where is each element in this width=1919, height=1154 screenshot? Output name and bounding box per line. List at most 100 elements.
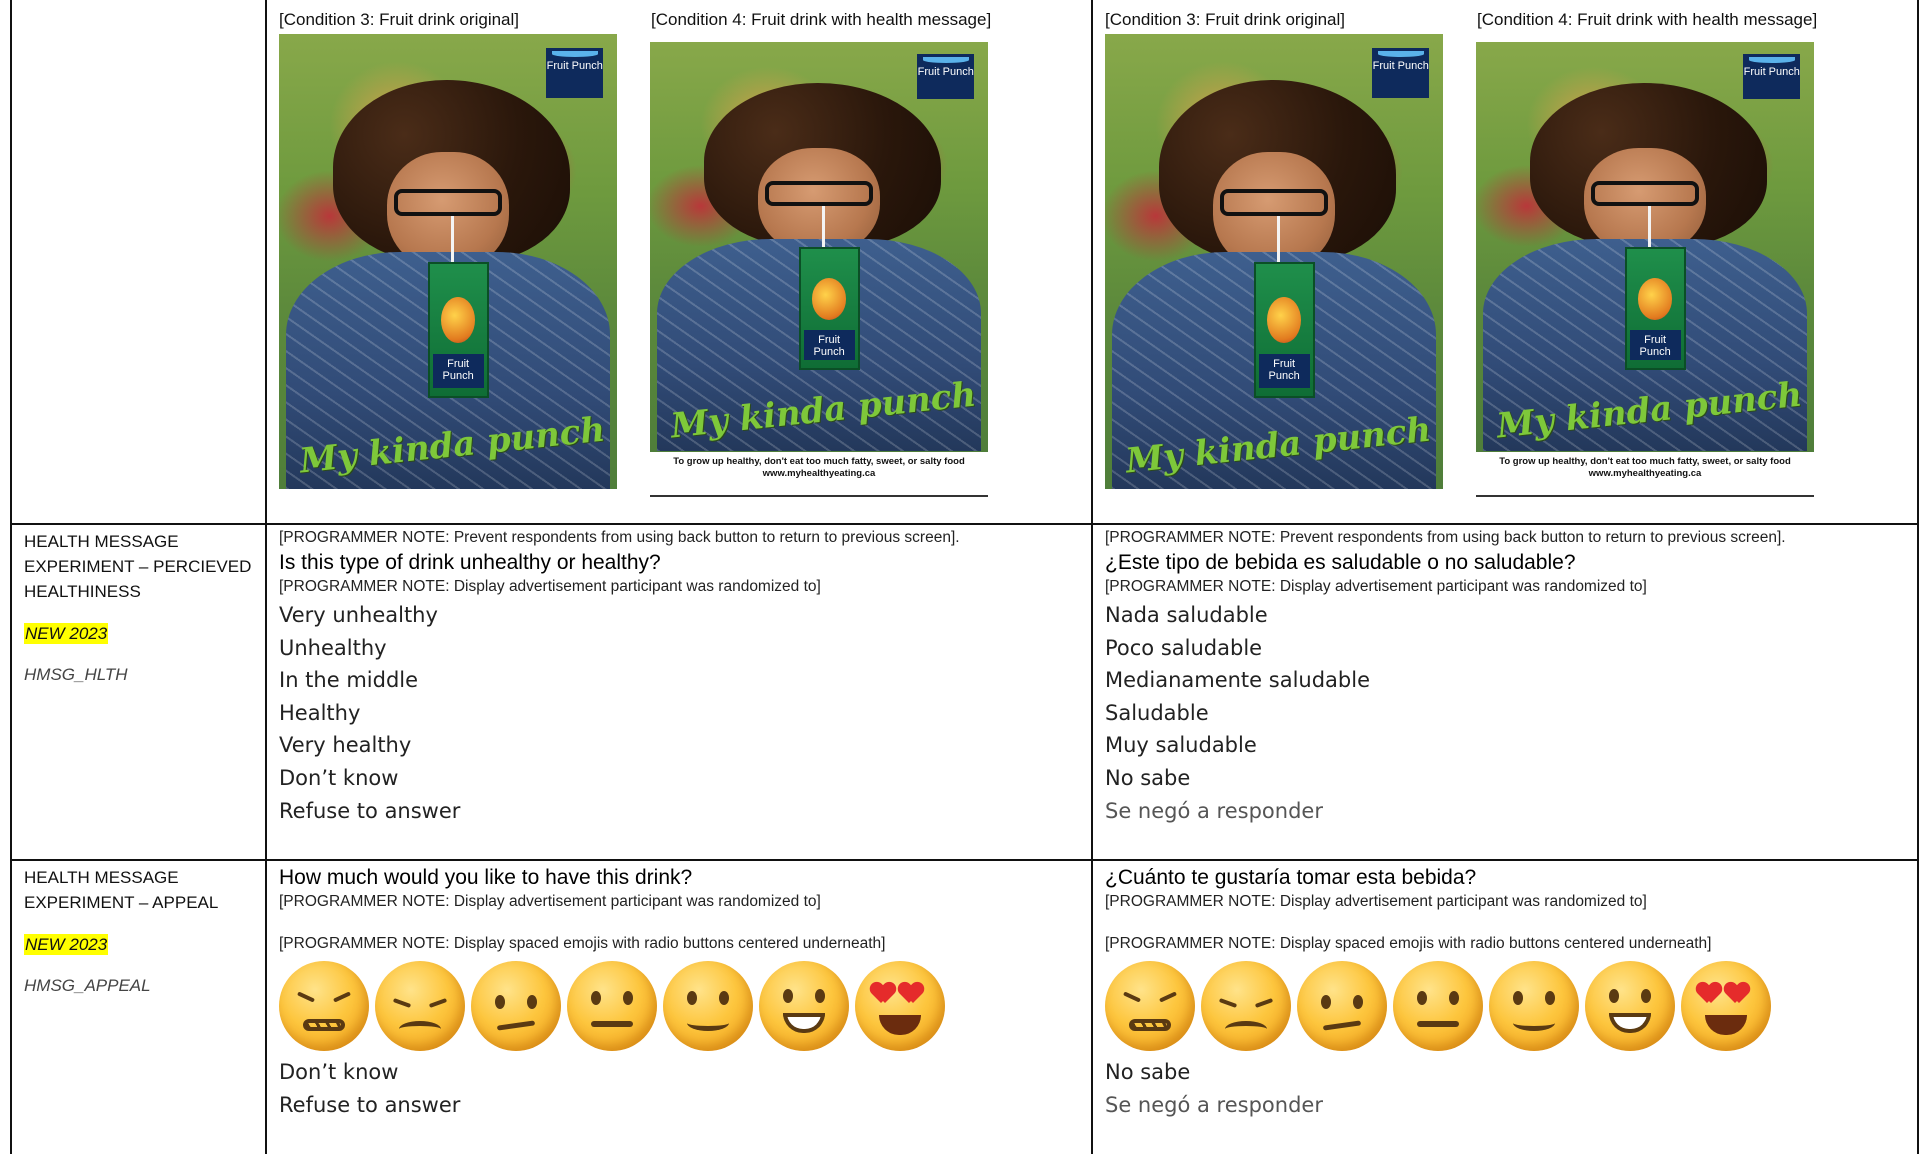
answer-option[interactable]: Refuse to answer (279, 795, 1091, 828)
english-images-cell: [Condition 3: Fruit drink original] [Con… (265, 0, 1093, 525)
english-image-pair: [Condition 3: Fruit drink original] [Con… (279, 2, 1091, 523)
ad-original-image: Fruit Punch Fruit Punch My kinda punch (279, 34, 617, 489)
variable-code: HMSG_HLTH (24, 665, 128, 684)
juice-box-icon: Fruit Punch (1624, 246, 1686, 370)
answer-options: Don’t know Refuse to answer (279, 1056, 1091, 1121)
answer-option[interactable]: Healthy (279, 697, 1091, 730)
answer-option[interactable]: No sabe (1105, 1056, 1917, 1089)
emoji-scale (279, 960, 1091, 1052)
healthiness-row: HEALTH MESSAGE EXPERIMENT – PERCIEVED HE… (10, 523, 1919, 861)
programmer-note-emoji: [PROGRAMMER NOTE: Display spaced emojis … (1105, 935, 1712, 952)
health-message-website: www.myhealthyeating.ca (762, 467, 876, 479)
ad-photo: Fruit Punch Fruit Punch My kinda punch (279, 34, 617, 489)
programmer-note-emoji: [PROGRAMMER NOTE: Display spaced emojis … (279, 935, 886, 952)
ad-photo: Fruit Punch Fruit Punch My kinda punch (1105, 34, 1443, 489)
answer-option[interactable]: Refuse to answer (279, 1089, 1091, 1122)
answer-option[interactable]: Very unhealthy (279, 599, 1091, 632)
juice-box-icon: Fruit Punch (1253, 261, 1315, 398)
confounded-face-icon[interactable] (1105, 961, 1195, 1051)
brand-logo: Fruit Punch (917, 54, 975, 100)
condition-4-label: [Condition 4: Fruit drink with health me… (651, 10, 992, 29)
english-healthiness-cell: [PROGRAMMER NOTE: Prevent respondents fr… (265, 523, 1093, 861)
programmer-note-display: [PROGRAMMER NOTE: Display advertisement … (279, 893, 821, 910)
spanish-healthiness-cell: [PROGRAMMER NOTE: Prevent respondents fr… (1091, 523, 1919, 861)
answer-option[interactable]: Muy saludable (1105, 729, 1917, 762)
grinning-face-icon[interactable] (759, 961, 849, 1051)
heart-eyes-face-icon[interactable] (855, 961, 945, 1051)
glasses-icon (764, 181, 874, 206)
condition-3-label: [Condition 3: Fruit drink original] (1105, 10, 1346, 29)
spanish-appeal-cell: ¿Cuánto te gustaría tomar esta bebida? [… (1091, 859, 1919, 1154)
brand-logo: Fruit Punch (1743, 54, 1801, 100)
programmer-note-display: [PROGRAMMER NOTE: Display advertisement … (1105, 893, 1647, 910)
disappointed-face-icon[interactable] (375, 961, 465, 1051)
health-message-caption: To grow up healthy, don't eat too much f… (1476, 451, 1814, 497)
appeal-row: HEALTH MESSAGE EXPERIMENT – APPEAL NEW 2… (10, 859, 1919, 1154)
ad-health-message-image: Fruit Punch Fruit Punch My kinda punch T… (650, 42, 988, 497)
condition-3-label: [Condition 3: Fruit drink original] (279, 10, 520, 29)
images-label-cell (10, 0, 267, 525)
disappointed-face-icon[interactable] (1201, 961, 1291, 1051)
brand-logo: Fruit Punch (546, 47, 604, 98)
section-title: HEALTH MESSAGE EXPERIMENT – APPEAL (24, 868, 219, 912)
answer-options: Very unhealthy Unhealthy In the middle H… (279, 599, 1091, 827)
section-title: HEALTH MESSAGE EXPERIMENT – PERCIEVED HE… (24, 532, 252, 601)
pack-brand-logo: Fruit Punch (1258, 353, 1310, 389)
brand-logo: Fruit Punch (1372, 47, 1430, 98)
grinning-face-icon[interactable] (1585, 961, 1675, 1051)
answer-options: No sabe Se negó a responder (1105, 1056, 1917, 1121)
answer-option[interactable]: Nada saludable (1105, 599, 1917, 632)
condition-4-label: [Condition 4: Fruit drink with health me… (1477, 10, 1818, 29)
programmer-note-display: [PROGRAMMER NOTE: Display advertisement … (279, 578, 821, 595)
answer-option[interactable]: Don’t know (279, 1056, 1091, 1089)
ad-photo: Fruit Punch Fruit Punch My kinda punch (1476, 42, 1814, 452)
answer-option[interactable]: In the middle (279, 664, 1091, 697)
answer-option[interactable]: Se negó a responder (1105, 795, 1917, 828)
confused-face-icon[interactable] (471, 961, 561, 1051)
programmer-note-back: [PROGRAMMER NOTE: Prevent respondents fr… (279, 529, 960, 546)
new-badge: NEW 2023 (24, 934, 109, 955)
juice-box-icon: Fruit Punch (427, 261, 489, 398)
neutral-face-icon[interactable] (1393, 961, 1483, 1051)
health-message-text: To grow up healthy, don't eat too much f… (1499, 455, 1791, 467)
health-message-text: To grow up healthy, don't eat too much f… (673, 455, 965, 467)
spanish-images-cell: [Condition 3: Fruit drink original] [Con… (1091, 0, 1919, 525)
answer-option[interactable]: Se negó a responder (1105, 1089, 1917, 1122)
answer-option[interactable]: Don’t know (279, 762, 1091, 795)
pack-brand-logo: Fruit Punch (432, 353, 484, 389)
slightly-smiling-face-icon[interactable] (1489, 961, 1579, 1051)
answer-option[interactable]: No sabe (1105, 762, 1917, 795)
survey-document: [Condition 3: Fruit drink original] [Con… (0, 0, 1919, 1154)
emoji-scale (1105, 960, 1917, 1052)
answer-option[interactable]: Saludable (1105, 697, 1917, 730)
survey-table: [Condition 3: Fruit drink original] [Con… (10, 0, 1919, 1154)
health-message-website: www.myhealthyeating.ca (1588, 467, 1702, 479)
confounded-face-icon[interactable] (279, 961, 369, 1051)
variable-code: HMSG_APPEAL (24, 976, 151, 995)
heart-eyes-face-icon[interactable] (1681, 961, 1771, 1051)
slightly-smiling-face-icon[interactable] (663, 961, 753, 1051)
appeal-label-cell: HEALTH MESSAGE EXPERIMENT – APPEAL NEW 2… (10, 859, 267, 1154)
health-message-caption: To grow up healthy, don't eat too much f… (650, 451, 988, 497)
new-badge: NEW 2023 (24, 623, 109, 644)
images-row: [Condition 3: Fruit drink original] [Con… (10, 0, 1919, 525)
pack-brand-logo: Fruit Punch (803, 329, 855, 361)
spanish-image-pair: [Condition 3: Fruit drink original] [Con… (1105, 2, 1917, 523)
juice-box-icon: Fruit Punch (798, 246, 860, 370)
programmer-note-display: [PROGRAMMER NOTE: Display advertisement … (1105, 578, 1647, 595)
ad-photo: Fruit Punch Fruit Punch My kinda punch (650, 42, 988, 452)
answer-option[interactable]: Very healthy (279, 729, 1091, 762)
ad-health-message-image: Fruit Punch Fruit Punch My kinda punch T… (1476, 42, 1814, 497)
answer-options: Nada saludable Poco saludable Medianamen… (1105, 599, 1917, 827)
answer-option[interactable]: Medianamente saludable (1105, 664, 1917, 697)
answer-option[interactable]: Poco saludable (1105, 632, 1917, 665)
pack-brand-logo: Fruit Punch (1629, 329, 1681, 361)
healthiness-label-cell: HEALTH MESSAGE EXPERIMENT – PERCIEVED HE… (10, 523, 267, 861)
neutral-face-icon[interactable] (567, 961, 657, 1051)
glasses-icon (1219, 188, 1329, 216)
question-text: Is this type of drink unhealthy or healt… (279, 551, 661, 574)
programmer-note-back: [PROGRAMMER NOTE: Prevent respondents fr… (1105, 529, 1786, 546)
confused-face-icon[interactable] (1297, 961, 1387, 1051)
question-text: ¿Cuánto te gustaría tomar esta bebida? (1105, 866, 1477, 889)
answer-option[interactable]: Unhealthy (279, 632, 1091, 665)
